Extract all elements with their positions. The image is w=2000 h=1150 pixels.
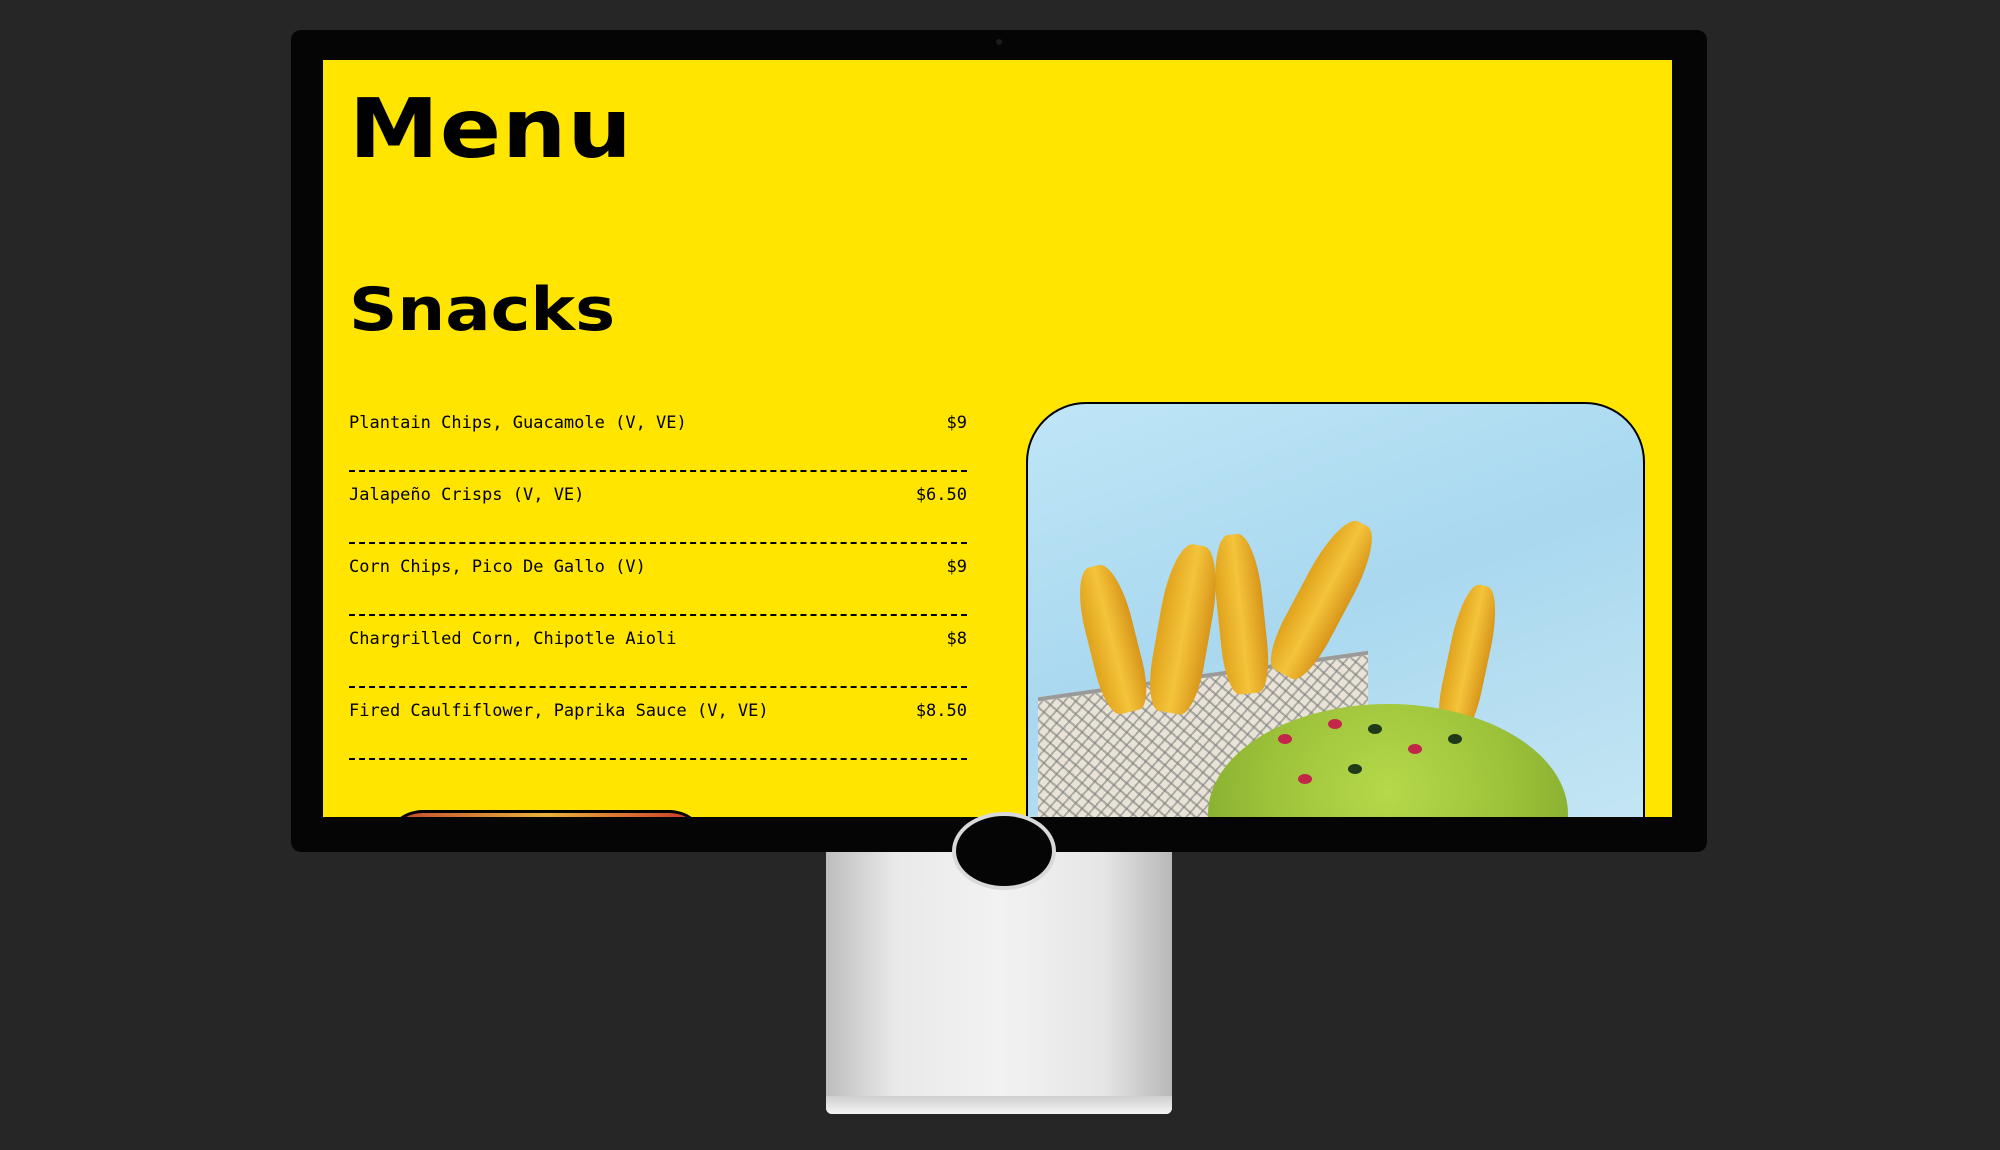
menu-item-name: Jalapeño Crisps (V, VE) <box>349 485 585 505</box>
page-title: Menu <box>349 82 633 177</box>
pumpkin-seed-graphic <box>1448 734 1462 744</box>
snack-photo <box>1026 402 1645 817</box>
menu-item: Plantain Chips, Guacamole (V, VE) $9 <box>349 402 967 472</box>
pomegranate-seed-graphic <box>1278 734 1292 744</box>
monitor-stand <box>826 812 1172 1114</box>
camera-dot <box>996 39 1002 45</box>
menu-item: Fired Caulfiflower, Paprika Sauce (V, VE… <box>349 690 967 760</box>
stand-base <box>826 1096 1172 1114</box>
menu-item-name: Chargrilled Corn, Chipotle Aioli <box>349 629 677 649</box>
pomegranate-seed-graphic <box>1298 774 1312 784</box>
stand-cable-hole <box>952 812 1056 890</box>
menu-item-price: $9 <box>946 557 967 577</box>
website-screen: Menu Snacks Plantain Chips, Guacamole (V… <box>323 60 1672 817</box>
menu-item-price: $8.50 <box>915 701 967 721</box>
menu-item: Jalapeño Crisps (V, VE) $6.50 <box>349 474 967 544</box>
pumpkin-seed-graphic <box>1368 724 1382 734</box>
menu-item: Chargrilled Corn, Chipotle Aioli $8 <box>349 618 967 688</box>
menu-item-name: Fired Caulfiflower, Paprika Sauce (V, VE… <box>349 701 769 721</box>
monitor-bezel: Menu Snacks Plantain Chips, Guacamole (V… <box>291 30 1707 852</box>
pumpkin-seed-graphic <box>1348 764 1362 774</box>
menu-item-name: Plantain Chips, Guacamole (V, VE) <box>349 413 687 433</box>
pomegranate-seed-graphic <box>1328 719 1342 729</box>
menu-item-price: $9 <box>946 413 967 433</box>
section-title-snacks: Snacks <box>349 275 616 345</box>
next-section-image-peek <box>383 810 709 817</box>
menu-item-price: $6.50 <box>915 485 967 505</box>
menu-list: Plantain Chips, Guacamole (V, VE) $9 Jal… <box>349 402 967 762</box>
pomegranate-seed-graphic <box>1408 744 1422 754</box>
menu-item-price: $8 <box>946 629 967 649</box>
menu-item: Corn Chips, Pico De Gallo (V) $9 <box>349 546 967 616</box>
menu-item-name: Corn Chips, Pico De Gallo (V) <box>349 557 646 577</box>
